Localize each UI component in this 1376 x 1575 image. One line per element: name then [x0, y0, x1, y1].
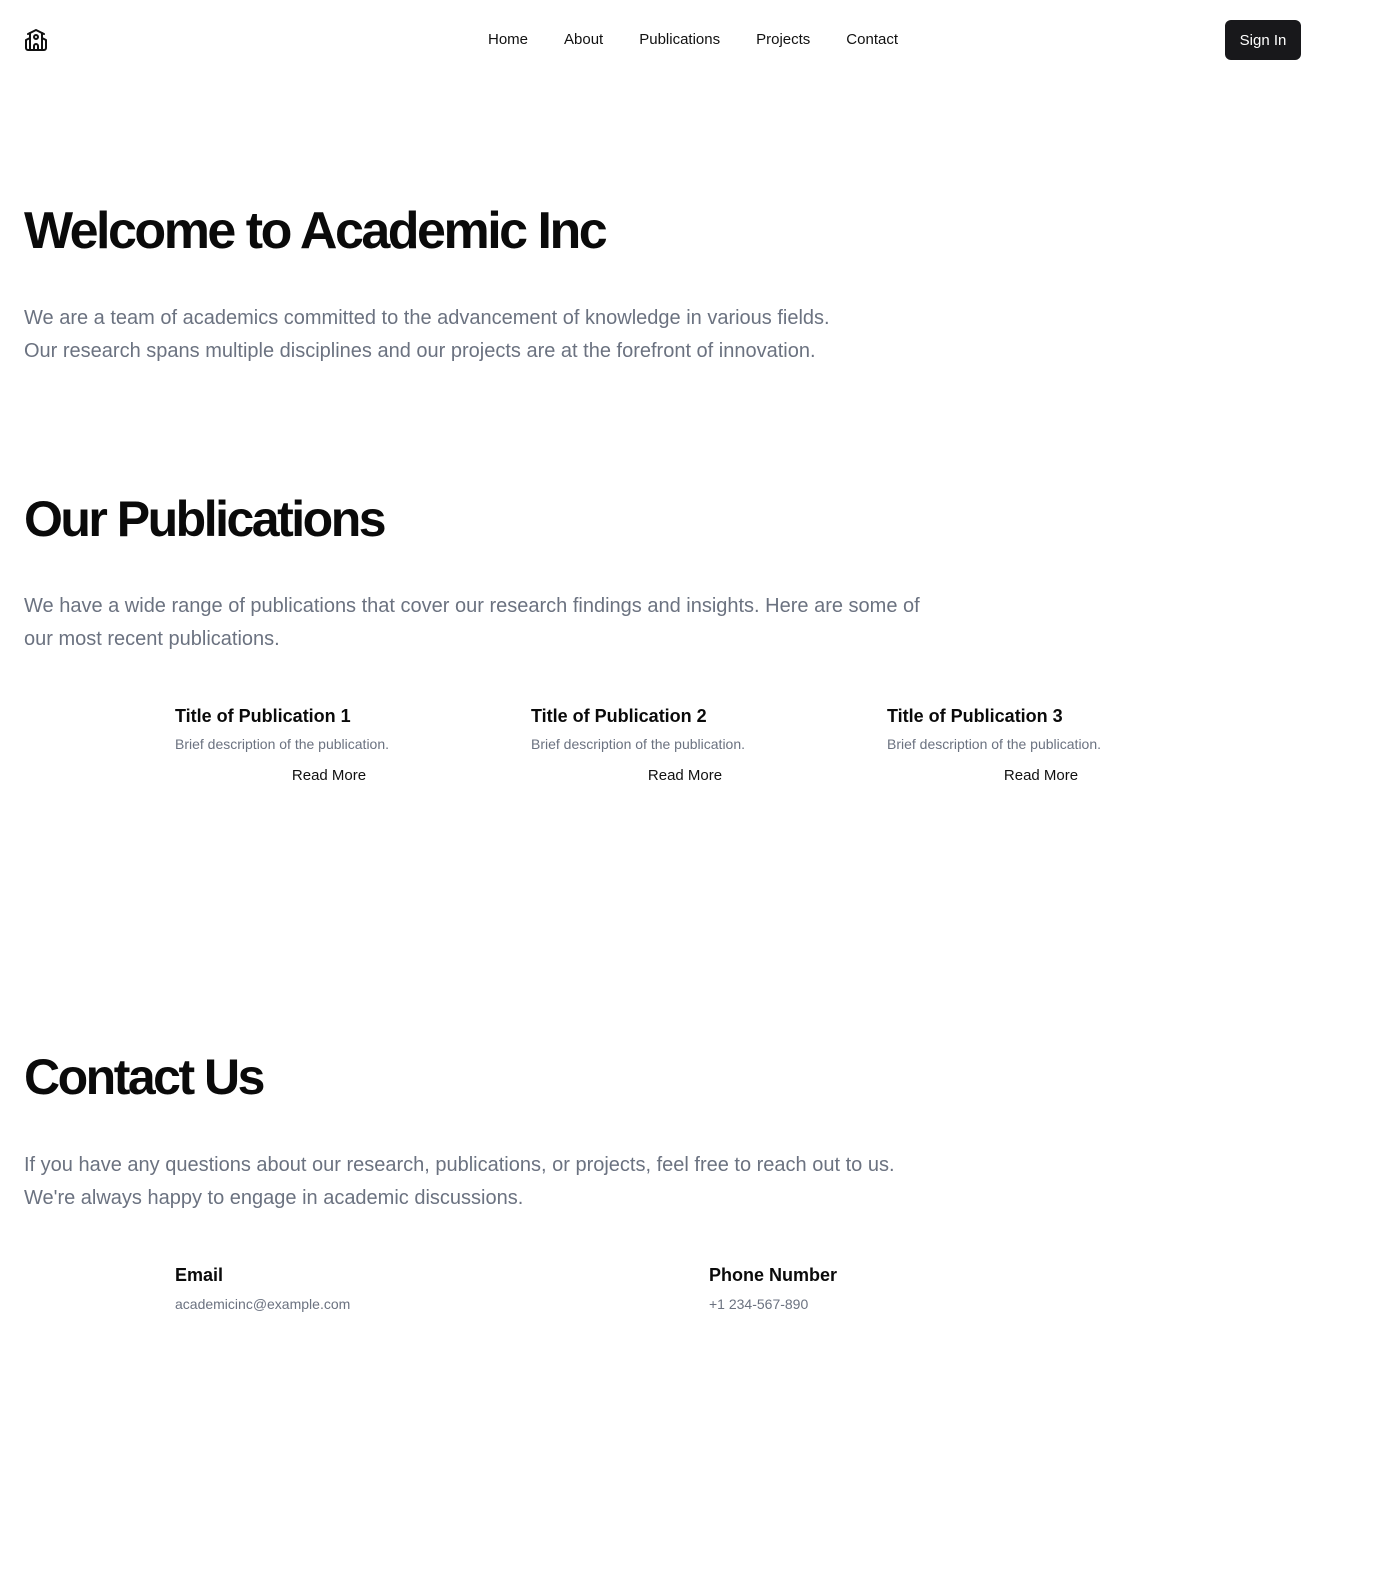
read-more-button-1[interactable]: Read More [175, 766, 483, 786]
hero-description-line-1: We are a team of academics committed to … [24, 307, 830, 329]
hero-description-line-2: Our research spans multiple disciplines … [24, 340, 816, 362]
site-header: Home About Publications Projects Contact… [0, 0, 1376, 80]
contact-title: Contact Us [24, 1049, 265, 1105]
phone-label: Phone Number [709, 1265, 838, 1285]
email-value: academicinc@example.com [175, 1296, 351, 1312]
publications-description: We have a wide range of publications tha… [24, 595, 920, 650]
publication-card-1: Title of Publication 1 Brief description… [175, 704, 531, 786]
main-nav: Home About Publications Projects Contact [0, 30, 1376, 50]
read-more-button-3[interactable]: Read More [887, 766, 1195, 786]
read-more-button-2[interactable]: Read More [531, 766, 839, 786]
publication-card-3: Title of Publication 3 Brief description… [887, 704, 1195, 786]
publication-title: Title of Publication 3 [887, 706, 1063, 726]
phone-value: +1 234-567-890 [709, 1296, 809, 1312]
publication-description: Brief description of the publication. [887, 736, 1102, 752]
publication-card-2: Title of Publication 2 Brief description… [531, 704, 887, 786]
contact-phone-block: Phone Number +1 234-567-890 [709, 1263, 1109, 1314]
publication-title: Title of Publication 1 [175, 706, 351, 726]
hero-description: We are a team of academics committed to … [24, 302, 934, 368]
nav-home[interactable]: Home [488, 30, 528, 50]
publication-title: Title of Publication 2 [531, 706, 707, 726]
nav-contact[interactable]: Contact [846, 30, 898, 50]
contact-details: Email academicinc@example.com Phone Numb… [175, 1263, 1175, 1314]
publications-title: Our Publications [24, 491, 387, 547]
contact-email-block: Email academicinc@example.com [175, 1263, 709, 1314]
publication-description: Brief description of the publication. [175, 736, 390, 752]
nav-projects[interactable]: Projects [756, 30, 810, 50]
publications-list: Title of Publication 1 Brief description… [175, 704, 1195, 786]
publication-description: Brief description of the publication. [531, 736, 746, 752]
nav-publications[interactable]: Publications [639, 30, 720, 50]
email-label: Email [175, 1265, 224, 1285]
contact-description: If you have any questions about our rese… [24, 1154, 895, 1209]
sign-in-button[interactable]: Sign In [1225, 20, 1301, 60]
hero-title: Welcome to Academic Inc [24, 202, 608, 260]
nav-about[interactable]: About [564, 30, 603, 50]
